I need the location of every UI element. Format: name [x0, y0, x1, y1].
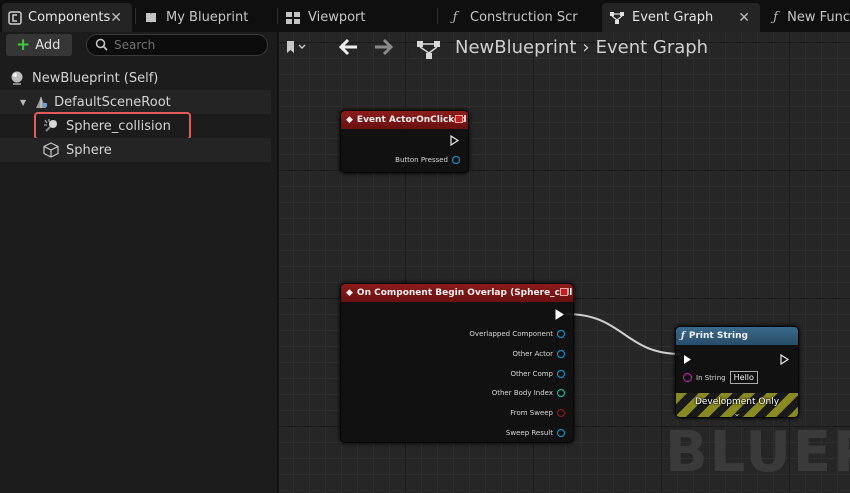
pin-dot-icon: [557, 330, 565, 338]
node-print-string[interactable]: ƒ Print String In String Hello Developme…: [675, 326, 799, 418]
tree-item-label: DefaultSceneRoot: [54, 94, 171, 110]
breadcrumb-root[interactable]: NewBlueprint: [455, 37, 576, 58]
pin-from-sweep[interactable]: From Sweep: [510, 409, 565, 417]
pin-other-actor[interactable]: Other Actor: [512, 350, 565, 358]
tab-label: My Blueprint: [166, 10, 249, 25]
tab-label: Event Graph: [632, 10, 714, 25]
tab-divider: [437, 8, 438, 24]
back-arrow-icon[interactable]: [337, 36, 359, 64]
tab-my-blueprint[interactable]: My Blueprint: [140, 3, 276, 32]
pin-dot-icon: [683, 373, 692, 382]
mesh-icon: [42, 141, 60, 159]
search-input[interactable]: [114, 38, 254, 52]
tree-item-self[interactable]: NewBlueprint (Self): [0, 66, 271, 90]
graph-icon: [417, 40, 441, 64]
pin-label: Other Actor: [512, 350, 553, 358]
tree-item-default-scene-root[interactable]: ▼ DefaultSceneRoot: [0, 90, 271, 114]
tab-viewport[interactable]: Viewport: [282, 3, 434, 32]
in-string-field[interactable]: Hello: [729, 371, 758, 384]
event-graph-canvas[interactable]: BLUEPR NewBlueprint›Event Graph: [279, 32, 850, 493]
event-icon: ◆: [346, 288, 353, 298]
pin-label: Overlapped Component: [469, 330, 553, 338]
tab-label: Viewport: [308, 10, 366, 25]
node-header: ◆ On Component Begin Overlap (Sphere_col…: [341, 284, 573, 302]
forward-arrow-icon[interactable]: [373, 36, 395, 64]
tab-label: New Func: [787, 10, 850, 25]
node-title: Print String: [688, 331, 748, 341]
pin-dot-icon: [557, 350, 565, 358]
close-icon[interactable]: ✕: [738, 10, 750, 26]
pin-dot-icon: [452, 156, 460, 164]
selection-highlight: [34, 112, 191, 140]
tab-label: Components: [28, 10, 111, 25]
tab-components[interactable]: Components ✕: [2, 3, 132, 32]
tab-label: Construction Scr: [470, 10, 578, 25]
tab-divider: [135, 8, 136, 24]
components-panel: + Add NewBlueprint (Self) ▼ DefaultScene…: [0, 32, 278, 493]
close-icon[interactable]: ✕: [110, 10, 122, 26]
pin-label: From Sweep: [510, 409, 553, 417]
add-component-button[interactable]: + Add: [6, 34, 72, 56]
function-icon: ƒ: [452, 10, 458, 25]
graph-toolbar: NewBlueprint › Event Graph: [279, 32, 850, 66]
graph-icon: [608, 11, 626, 25]
search-icon: [95, 36, 108, 55]
exec-output-pin[interactable]: [555, 309, 565, 320]
exec-output-pin[interactable]: [450, 135, 460, 146]
tree-item-label: NewBlueprint (Self): [32, 70, 159, 86]
components-icon: [8, 10, 22, 25]
pin-dot-icon: [557, 389, 565, 397]
pin-label: In String: [696, 373, 726, 382]
node-title: On Component Begin Overlap (Sphere_colli…: [356, 288, 573, 298]
bookmark-icon[interactable]: [285, 40, 307, 58]
node-header: ◆ Event ActorOnClicked: [341, 111, 468, 129]
node-event-actor-on-clicked[interactable]: ◆ Event ActorOnClicked Button Pressed: [340, 110, 469, 173]
pin-overlapped-component[interactable]: Overlapped Component: [469, 330, 565, 338]
banner-label: Development Only: [694, 397, 780, 407]
function-icon: ƒ: [681, 331, 685, 341]
tab-event-graph[interactable]: Event Graph ✕: [602, 3, 760, 32]
breadcrumb-current: Event Graph: [595, 37, 709, 58]
tab-new-function[interactable]: ƒ New Func: [768, 3, 850, 32]
exec-output-pin[interactable]: [780, 350, 790, 369]
node-title: Event ActorOnClicked: [356, 115, 467, 125]
expand-arrow-icon[interactable]: ▼: [20, 98, 26, 107]
breadcrumb-separator-icon: ›: [582, 37, 590, 58]
add-label: Add: [35, 37, 61, 53]
self-icon: [8, 69, 26, 87]
viewport-icon: [284, 11, 302, 24]
expand-chevron-icon[interactable]: ⌄: [676, 409, 798, 417]
search-box[interactable]: [86, 34, 268, 56]
pin-label: Sweep Result: [505, 429, 553, 437]
pin-dot-icon: [557, 370, 565, 378]
event-marker-icon: [560, 288, 568, 296]
tree-item-sphere[interactable]: Sphere: [0, 138, 271, 162]
pin-sweep-result[interactable]: Sweep Result: [506, 429, 565, 437]
scene-root-icon: [32, 93, 50, 111]
plus-icon: +: [16, 34, 31, 55]
pin-label: Other Comp: [510, 370, 553, 378]
exec-input-pin[interactable]: [683, 350, 693, 369]
tab-construction-script[interactable]: ƒ Construction Scr: [444, 3, 594, 32]
pin-dot-icon: [557, 409, 565, 417]
node-header: ƒ Print String: [676, 327, 798, 345]
pin-in-string[interactable]: In String Hello: [683, 371, 758, 384]
breadcrumb: NewBlueprint › Event Graph: [455, 37, 708, 58]
tab-bar: Components ✕ My Blueprint Viewport ƒ Con…: [0, 0, 850, 32]
event-marker-icon: [455, 115, 463, 123]
blueprint-editor: Components ✕ My Blueprint Viewport ƒ Con…: [0, 0, 850, 493]
pin-label: Other Body Index: [491, 389, 553, 397]
node-on-component-begin-overlap[interactable]: ◆ On Component Begin Overlap (Sphere_col…: [340, 283, 574, 443]
pin-dot-icon: [557, 429, 565, 437]
pin-button-pressed[interactable]: Button Pressed: [395, 156, 460, 164]
pin-other-body-index[interactable]: Other Body Index: [492, 389, 565, 397]
book-icon: [142, 11, 160, 25]
pin-label: Button Pressed: [395, 156, 448, 164]
function-icon: ƒ: [773, 10, 778, 25]
pin-other-comp[interactable]: Other Comp: [510, 370, 565, 378]
tab-divider: [277, 8, 278, 24]
event-icon: ◆: [346, 115, 353, 125]
tree-item-label: Sphere: [66, 142, 112, 158]
